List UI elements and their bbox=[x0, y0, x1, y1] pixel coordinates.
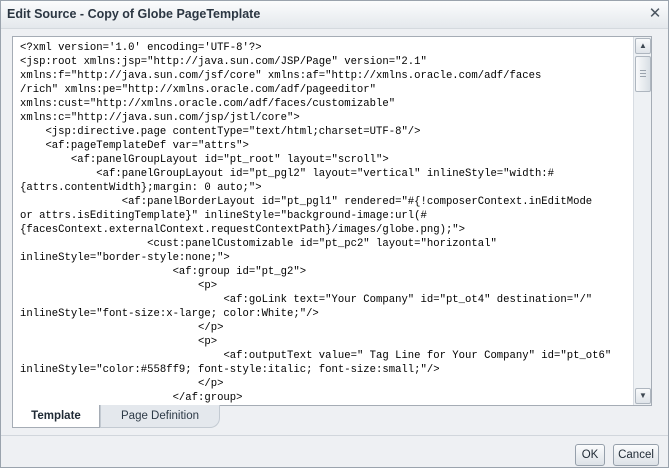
footer-divider bbox=[1, 435, 668, 436]
source-code-text[interactable]: <?xml version='1.0' encoding='UTF-8'?> <… bbox=[13, 37, 631, 405]
editor-tabs: Template Page Definition bbox=[12, 405, 652, 429]
close-icon[interactable]: ✕ bbox=[647, 6, 663, 22]
ok-button[interactable]: OK bbox=[575, 444, 605, 466]
dialog-titlebar[interactable]: Edit Source - Copy of Globe PageTemplate… bbox=[1, 1, 668, 29]
edit-source-dialog: Edit Source - Copy of Globe PageTemplate… bbox=[0, 0, 669, 468]
cancel-button[interactable]: Cancel bbox=[613, 444, 659, 466]
thumb-grip-line bbox=[640, 76, 646, 77]
thumb-grip-line bbox=[640, 73, 646, 74]
source-editor[interactable]: <?xml version='1.0' encoding='UTF-8'?> <… bbox=[13, 37, 631, 405]
tab-template[interactable]: Template bbox=[12, 405, 100, 428]
vertical-scrollbar[interactable]: ▲ ▼ bbox=[633, 37, 651, 405]
thumb-grip-line bbox=[640, 70, 646, 71]
scrollbar-thumb[interactable] bbox=[635, 56, 651, 92]
scroll-up-icon[interactable]: ▲ bbox=[635, 38, 651, 54]
dialog-title: Edit Source - Copy of Globe PageTemplate bbox=[7, 7, 261, 21]
scroll-down-icon[interactable]: ▼ bbox=[635, 388, 651, 404]
source-editor-frame: <?xml version='1.0' encoding='UTF-8'?> <… bbox=[12, 36, 652, 406]
tab-page-definition[interactable]: Page Definition bbox=[100, 405, 220, 428]
